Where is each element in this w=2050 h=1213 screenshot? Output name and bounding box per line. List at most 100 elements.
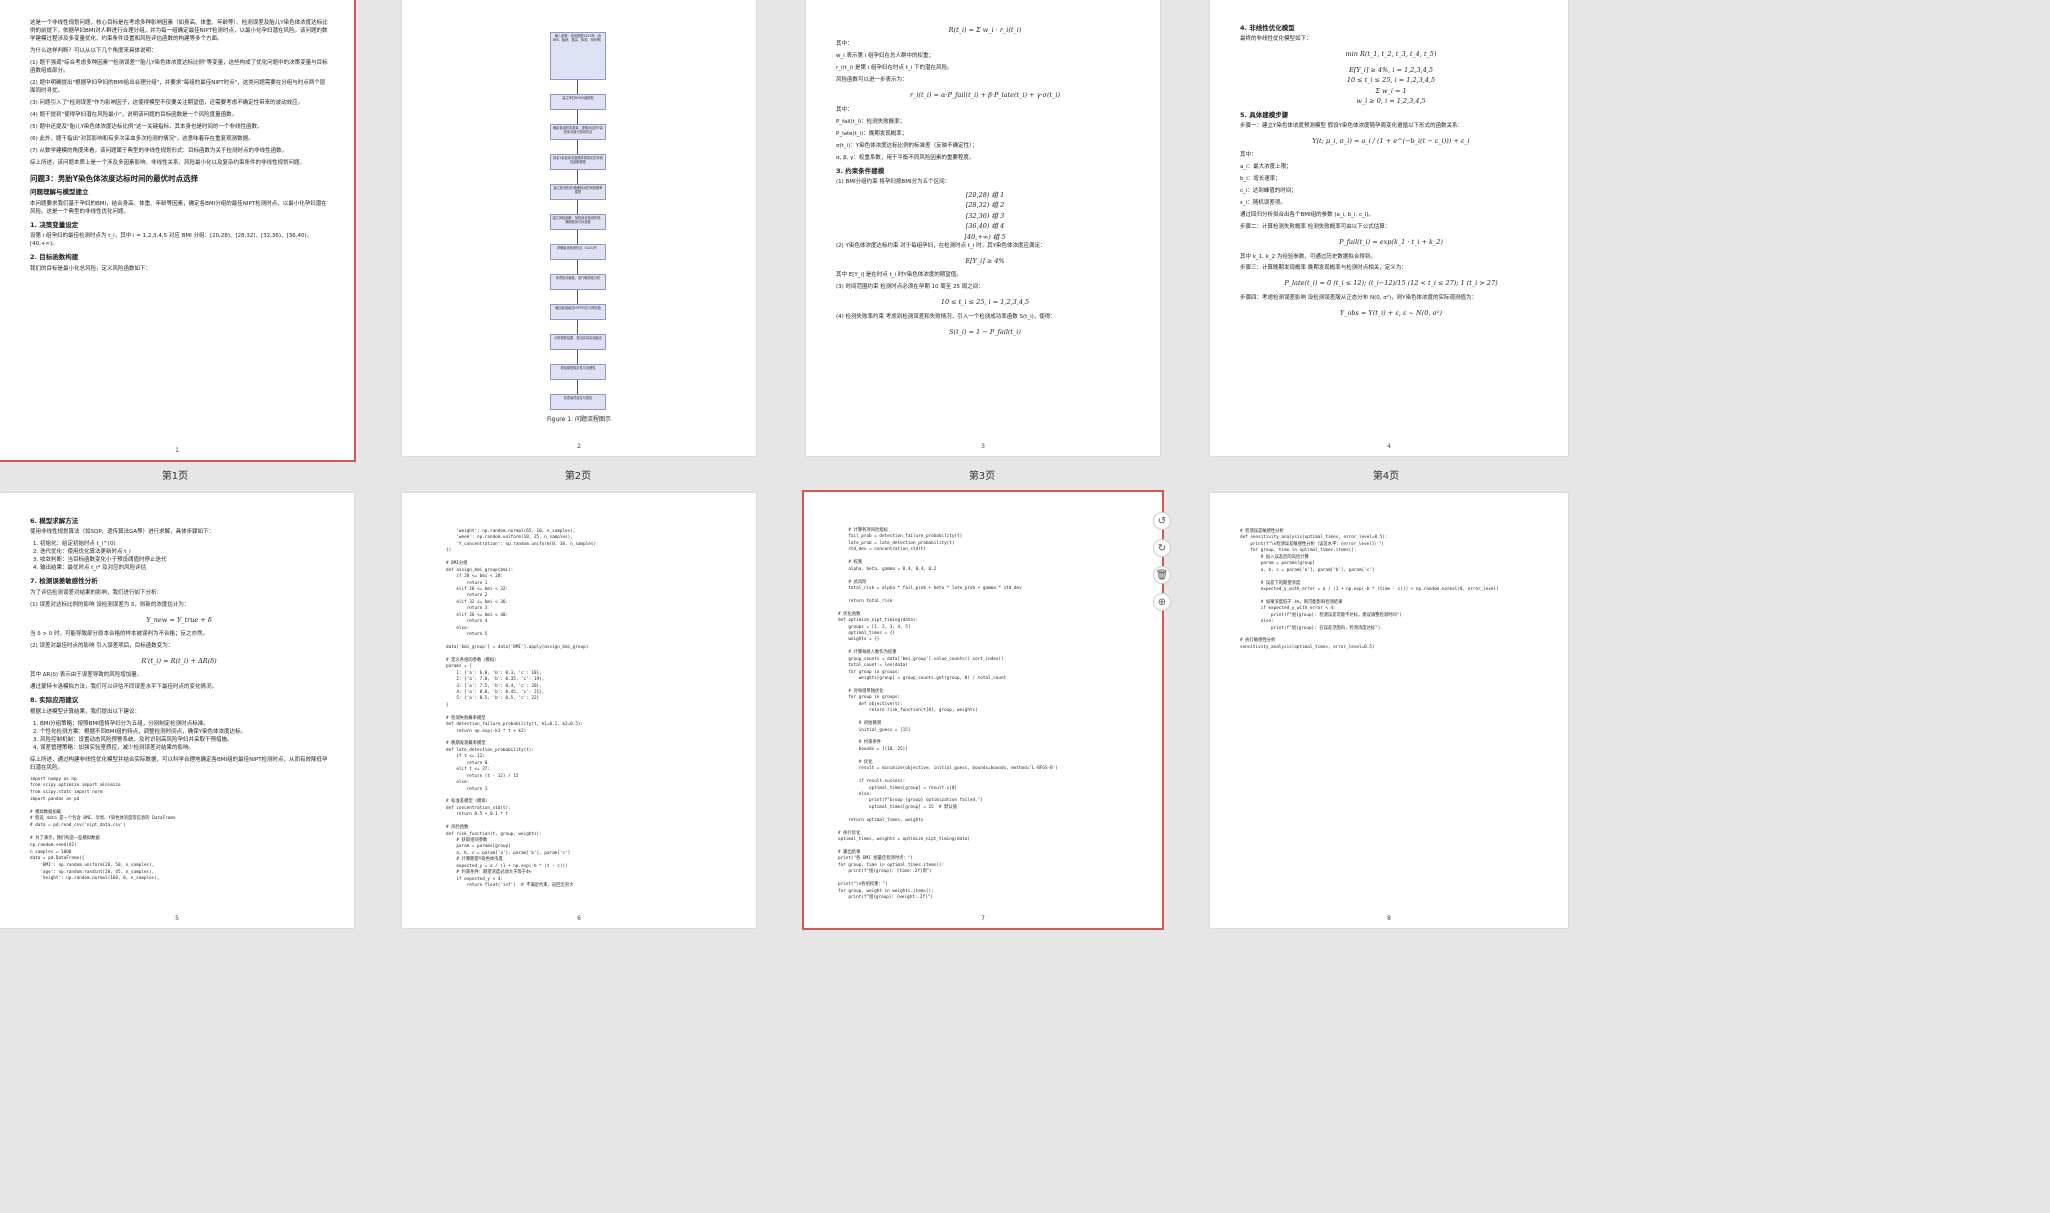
equation: R'(t_i) = R(t_i) + ΔR(δ) xyxy=(141,656,217,665)
constraint: Σ w_i = 1 xyxy=(1375,86,1407,95)
code-text: # 检测误差敏感性分析 def sensitivity_analysis(opt… xyxy=(1240,529,1499,650)
paragraph: 其中 E[Y_i] 是在时点 t_i 时Y染色体浓度的期望值。 xyxy=(836,272,962,279)
paragraph: 为了评估检测误差对结果的影响，我们进行如下分析： xyxy=(30,589,163,596)
paragraph: 其中 ΔR(δ) 表示由于误差导致的风险增加量。 xyxy=(30,672,143,679)
flowchart-step: 分析模型结果，提出实际应用建议 xyxy=(550,334,606,350)
paragraph: (6) 此外，题干指出"对其影响和有多次采血多次检测的情况"，这意味着存在重复观… xyxy=(30,135,254,142)
page-thumbnail-3[interactable]: R(t_i) = Σ w_i · r_i(t_i) 其中： w_i 表示第 i 组孕… xyxy=(806,0,1160,456)
paragraph: w_i 表示第 i 组孕妇在总人群中的权重； xyxy=(836,53,935,60)
equation: R(t_i) = Σ w_i · r_i(t_i) xyxy=(948,26,1022,34)
page-thumbnail-8[interactable]: # 检测误差敏感性分析 def sensitivity_analysis(opt… xyxy=(1210,493,1568,928)
rotate-left-button[interactable]: ↺ xyxy=(1153,512,1171,530)
subsection-title: 7. 检测误差敏感性分析 xyxy=(30,577,98,586)
page-thumbnail-5[interactable]: 6. 模型求解方法 使用非线性规划算法（如SQP、遗传算法GA等）进行求解，具体步… xyxy=(0,493,354,928)
flowchart-arrow xyxy=(577,320,578,334)
page-number: 6 xyxy=(577,915,581,922)
page-thumbnail-6[interactable]: 'weight': np.random.normal(65, 10, n_sam… xyxy=(402,493,756,928)
paragraph: P_fail(t_i)：检测失败概率； xyxy=(836,118,906,125)
paragraph: (7) 从数学建模的角度来看，该问题属于典型的非线性规划形式：目标函数为关于检测… xyxy=(30,147,288,154)
equation: r_i(t_i) = α·P_fail(t_i) + β·P_late(t_i)… xyxy=(910,91,1060,100)
flowchart-arrow xyxy=(577,200,578,214)
group-range: [28,32) 组 2 xyxy=(965,201,1005,210)
paragraph: c_i：达到峰值的时间； xyxy=(1240,188,1297,195)
page-thumbnail-2[interactable]: 输入参数：检测数据2025年（含BMI、胎龄、身高、体重、年龄等） 建立孕妇BMI… xyxy=(402,0,756,456)
paragraph: 其中： xyxy=(1240,152,1257,159)
paragraph: (1) 误差对达标比例的影响 设检测误差为 δ，则新的浓度估计为： xyxy=(30,601,190,608)
paragraph: σ(t_i)：Y染色体浓度达标比例的标准差（反映不确定性）； xyxy=(836,142,978,149)
page-4-content: 4. 非线性优化模型 最终的非线性优化模型如下： min R(t_1, t_2, t… xyxy=(1240,20,1542,324)
code-text: 'weight': np.random.normal(65, 10, n_sam… xyxy=(446,529,597,889)
paragraph: 其中： xyxy=(836,106,853,113)
page-toolbar: ↺ ↻ 🗑 ⊕ xyxy=(1153,512,1173,620)
subsection-title: 5. 具体建模步骤 xyxy=(1240,110,1289,119)
paragraph: r_i(t_i) 是第 i 组孕妇在时点 t_i 下的潜在风险。 xyxy=(836,65,953,72)
page-thumbnail-1[interactable]: 这是一个非线性规划问题，核心目标是在考虑多种影响因素（如身高、体重、年龄等）、检… xyxy=(0,0,356,462)
paragraph: 我们的目标是最小化总风险，定义风险函数如下： xyxy=(30,265,152,272)
add-page-button[interactable]: ⊕ xyxy=(1153,593,1171,611)
figure-caption: Figure 1: 问题流程图示 xyxy=(547,416,611,423)
paragraph: (5) 题中还提及"胎儿Y染色体浓度达标比例"这一关键指标，其本身也是时间的一个… xyxy=(30,123,263,130)
flowchart-arrow xyxy=(577,110,578,124)
equation: E[Y_i] ≥ 4% xyxy=(965,257,1005,266)
page-label-2[interactable]: 第2页 xyxy=(518,467,638,482)
flowchart-arrow xyxy=(577,350,578,364)
paragraph: 根据上述模型计算结果，我们提出以下建议： xyxy=(30,708,141,715)
code-block: import numpy as np from scipy.optimize i… xyxy=(30,776,176,882)
paragraph: 通过蒙特卡洛模拟方法，我们可以评估不同误差水平下最佳时点的变化情况。 xyxy=(30,684,218,691)
page-number: 3 xyxy=(981,443,985,450)
paragraph: (2) 误差对最佳时点的影响 引入误差项后，目标函数变为： xyxy=(30,643,174,650)
group-range: [32,36) 组 3 xyxy=(965,211,1005,220)
flowchart-arrow xyxy=(577,170,578,184)
paragraph: (1) 题干强调"综合考虑多种因素""检测误差""胎儿Y染色体浓度达标比例"等变… xyxy=(30,59,328,74)
paragraph: 综上所述，该问题本质上是一个涉及多因素影响、非线性关系、风险最小化以及复杂约束条… xyxy=(30,159,306,166)
code-block: 'weight': np.random.normal(65, 10, n_sam… xyxy=(446,529,730,890)
page-5-content: 6. 模型求解方法 使用非线性规划算法（如SQP、遗传算法GA等）进行求解，具体步… xyxy=(30,513,328,883)
flowchart-arrow xyxy=(577,380,578,394)
paragraph: 这是一个非线性规划问题，核心目标是在考虑多种影响因素（如身高、体重、年龄等）、检… xyxy=(30,20,328,42)
constraint: w_i ≥ 0, i = 1,2,3,4,5 xyxy=(1356,97,1426,106)
subsection-title: 3. 约束条件建模 xyxy=(836,166,885,175)
paragraph: 通过回归分析拟合出各个BMI组的参数 (a_i, b_i, c_i)。 xyxy=(1240,212,1374,219)
paragraph: 风险函数可以进一步表示为： xyxy=(836,77,908,84)
equation: P_late(t_i) = 0 (t_i ≤ 12); (t_i−12)/15 … xyxy=(1284,279,1498,288)
page-thumbnail-4[interactable]: 4. 非线性优化模型 最终的非线性优化模型如下： min R(t_1, t_2, t… xyxy=(1210,0,1568,456)
group-range: [40,+∞) 组 5 xyxy=(964,232,1006,241)
paragraph: 设第 i 组孕妇的最佳检测时点为 t_i，其中 i = 1,2,3,4,5 对应… xyxy=(30,233,313,248)
flowchart-arrow xyxy=(577,260,578,274)
flowchart-arrow xyxy=(577,80,578,94)
page-label-1[interactable]: 第1页 xyxy=(115,467,235,482)
list-item: 误差管理策略：加强实验室质控，减少检测误差对结果的影响。 xyxy=(40,745,328,753)
flowchart-step: 输出各组最佳NIPT时点与风险值 xyxy=(550,304,606,320)
flowchart-step: 考虑检测误差，进行敏感性分析 xyxy=(550,274,606,290)
constraint: 10 ≤ t_i ≤ 25, i = 1,2,3,4,5 xyxy=(1346,76,1436,85)
page-number: 8 xyxy=(1387,915,1391,922)
flowchart-step: 检验模型稳定性与合理性 xyxy=(550,364,606,380)
paragraph: (4) 题干提到"使得孕妇潜在风险最小"，说明该问题的目标函数是一个风险度量函数… xyxy=(30,111,238,118)
flowchart-step: 输入参数：检测数据2025年（含BMI、胎龄、身高、体重、年龄等） xyxy=(550,32,606,80)
paragraph: 本问题要求我们基于孕妇的BMI，结合身高、体重、年龄等因素，确定各BMI分组的最… xyxy=(30,200,327,215)
equation: S(t_i) = 1 − P_fail(t_i) xyxy=(949,327,1021,336)
page-label-3[interactable]: 第3页 xyxy=(922,467,1042,482)
paragraph: (4) 检测失败率约束 考虑到检测误差和失败情况，引入一个检测成功率函数 S(t… xyxy=(836,313,1056,320)
paragraph: (2) 题中明确提出"根据孕妇孕妇的BMI给出合理分组"，并要求"每组的最佳NI… xyxy=(30,79,326,94)
page-thumbnail-7[interactable]: # 计算各项风险指标 fail_prob = detection_failure… xyxy=(802,490,1164,930)
paragraph: 综上所述，通过构建非线性优化模型并结合实际数据，可以科学合理地确定各BMI组的最… xyxy=(30,756,328,771)
paragraph: 使用非线性规划算法（如SQP、遗传算法GA等）进行求解，具体步骤如下： xyxy=(30,529,215,536)
subsection-title: 1. 决策变量设定 xyxy=(30,220,79,229)
flowchart-step: 求解最优检测时点（SLSQP） xyxy=(550,244,606,260)
flowchart-arrow xyxy=(577,290,578,304)
rotate-right-button[interactable]: ↻ xyxy=(1153,539,1171,557)
list-item: BMI分组策略：按照BMI值将孕妇分为五组，分别制定检测时点标准。 xyxy=(40,721,328,729)
paragraph: 最终的非线性优化模型如下： xyxy=(1240,36,1312,43)
equation: Y(t; μ_i, σ_i) = a_i / (1 + e^(−b_i(t − … xyxy=(1312,136,1470,145)
paragraph: 步骤三：计算晚期发现概率 晚期发现概率与检测时点相关，定义为： xyxy=(1240,265,1407,272)
page-label-4[interactable]: 第4页 xyxy=(1326,467,1446,482)
delete-button[interactable]: 🗑 xyxy=(1153,566,1171,584)
list-item: 个性化检测方案：根据不同BMI组的特点，调整检测时间点，确保Y染色体浓度达标。 xyxy=(40,729,328,737)
flowchart-step: 拟合Y染色体浓度随孕周变化的非线性函数模型 xyxy=(550,154,606,170)
paragraph: (3) 时间范围约束 检测时点必须在孕期 10 周至 25 周之间： xyxy=(836,284,984,291)
page-number: 2 xyxy=(577,443,581,450)
code-text: # 计算各项风险指标 fail_prob = detection_failure… xyxy=(838,528,1058,900)
page-number: 7 xyxy=(981,915,985,922)
page-1-content: 这是一个非线性规划问题，核心目标是在考虑多种影响因素（如身高、体重、年龄等）、检… xyxy=(30,20,328,278)
